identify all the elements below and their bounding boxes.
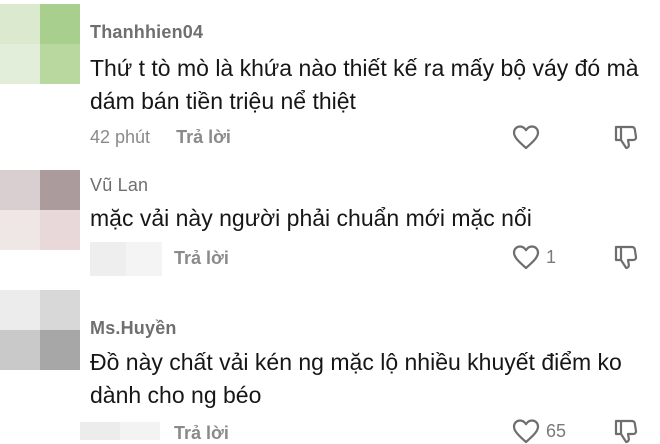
avatar-pixel — [40, 210, 80, 250]
reply-button[interactable]: Trả lời — [174, 248, 229, 268]
avatar-pixel — [0, 330, 40, 370]
blurred-region — [80, 422, 160, 440]
avatar-pixel — [40, 290, 80, 330]
comment-username[interactable]: Vũ Lan — [90, 175, 148, 196]
avatar-pixel — [0, 44, 40, 84]
like-count: 1 — [546, 246, 557, 267]
avatar-pixel — [0, 290, 40, 330]
blurred-region — [90, 242, 162, 276]
dislike-button[interactable] — [612, 418, 638, 444]
comment-item: Thanhhien04 Thứ t tò mò là khứa nào thiế… — [0, 0, 660, 150]
avatar-pixel — [0, 210, 40, 250]
avatar[interactable] — [0, 290, 80, 370]
comment-username[interactable]: Thanhhien04 — [90, 22, 203, 43]
avatar[interactable] — [0, 170, 80, 250]
reply-button[interactable]: Trả lời — [176, 127, 231, 147]
avatar[interactable] — [0, 4, 80, 84]
comment-meta: 42 phút Trả lời — [90, 127, 231, 148]
like-count: 65 — [546, 420, 567, 441]
avatar-pixel — [0, 170, 40, 210]
reply-button[interactable]: Trả lời — [174, 423, 229, 443]
avatar-pixel — [40, 44, 80, 84]
comment-username[interactable]: Ms.Huyền — [90, 318, 177, 339]
like-button[interactable]: 65 — [512, 418, 568, 444]
like-button[interactable]: 1 — [512, 244, 568, 270]
avatar-pixel — [0, 4, 40, 44]
comment-text: mặc vải này người phải chuẩn mới mặc nổi — [90, 205, 532, 231]
comment-meta: Trả lời — [174, 248, 229, 269]
comment-actions: 1 — [512, 244, 638, 270]
avatar-pixel — [40, 4, 80, 44]
like-button[interactable] — [512, 124, 568, 150]
avatar-pixel — [40, 170, 80, 210]
dislike-button[interactable] — [612, 124, 638, 150]
comment-actions: 65 — [512, 418, 638, 444]
heart-icon — [512, 244, 540, 270]
thumbs-down-icon — [612, 418, 638, 444]
comment-actions — [512, 124, 638, 150]
heart-icon — [512, 418, 540, 444]
thumbs-down-icon — [612, 124, 638, 150]
comment-time: 42 phút — [90, 127, 151, 147]
comment-item: Ms.Huyền Đồ này chất vải kén ng mặc lộ n… — [0, 290, 660, 444]
dislike-button[interactable] — [612, 244, 638, 270]
comment-text: Thứ t tò mò là khứa nào thiết kế ra mấy … — [90, 55, 639, 114]
thumbs-down-icon — [612, 244, 638, 270]
comment-item: Vũ Lan mặc vải này người phải chuẩn mới … — [0, 150, 660, 290]
avatar-pixel — [40, 330, 80, 370]
comment-meta: Trả lời — [174, 423, 229, 444]
heart-icon — [512, 124, 540, 150]
comment-text: Đồ này chất vải kén ng mặc lộ nhiều khuy… — [90, 349, 622, 408]
